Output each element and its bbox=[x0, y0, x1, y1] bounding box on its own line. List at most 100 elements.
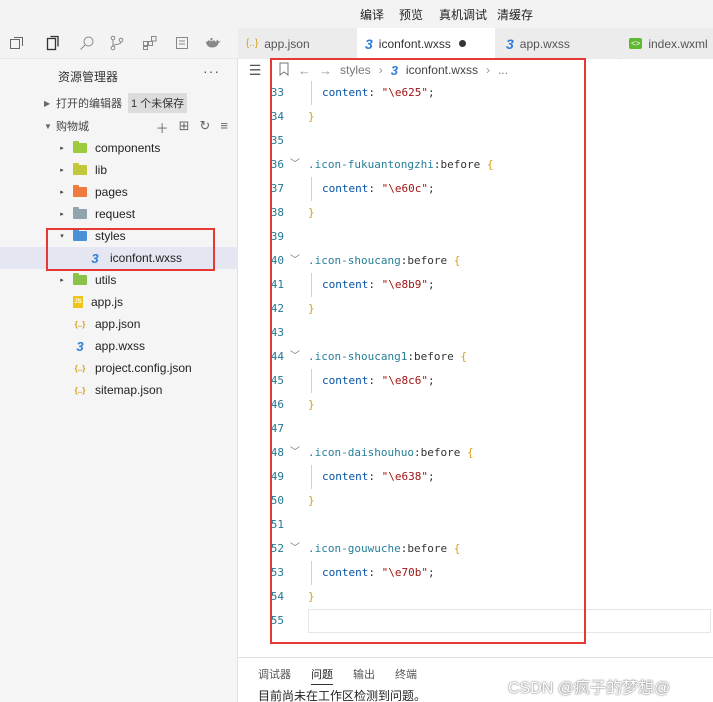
line-number: 38 bbox=[270, 206, 284, 219]
breadcrumb-folder[interactable]: styles bbox=[340, 63, 371, 77]
tree-item[interactable]: ▸ lib bbox=[0, 159, 238, 181]
fold-chevron-icon[interactable]: ﹀ bbox=[290, 441, 300, 465]
tree-item[interactable]: 3 iconfont.wxss bbox=[0, 247, 238, 269]
close-brace: } bbox=[308, 302, 315, 315]
tree-item[interactable]: {..} project.config.json bbox=[0, 357, 238, 379]
line-number: 36 bbox=[270, 158, 284, 171]
tab-output[interactable]: 输出 bbox=[353, 666, 375, 682]
outline-icon[interactable]: ☰ bbox=[238, 59, 272, 81]
project-label: 购物城 bbox=[56, 121, 89, 133]
tree-item[interactable]: ▸ components bbox=[0, 137, 238, 159]
tree-item[interactable]: ▸ pages bbox=[0, 181, 238, 203]
code-editor[interactable]: ☰ ← → styles › 3 iconfont.wxss › ... 33 c… bbox=[238, 59, 713, 657]
line-number: 48 bbox=[270, 446, 284, 459]
tab-index-wxml[interactable]: <> index.wxml bbox=[621, 28, 713, 59]
code-line[interactable]: 42} bbox=[238, 297, 713, 321]
fold-chevron-icon[interactable]: ﹀ bbox=[290, 345, 300, 369]
code-line[interactable]: 49 content: "\e638"; bbox=[238, 465, 713, 489]
extensions-icon[interactable] bbox=[141, 34, 159, 52]
json-file-icon: {..} bbox=[74, 319, 86, 329]
code-line[interactable]: 46} bbox=[238, 393, 713, 417]
code-line[interactable]: 50} bbox=[238, 489, 713, 513]
fold-chevron-icon[interactable]: ﹀ bbox=[290, 153, 300, 177]
tab-terminal[interactable]: 终端 bbox=[395, 666, 417, 682]
tab-debugger[interactable]: 调试器 bbox=[258, 666, 291, 682]
fold-chevron-icon[interactable]: ﹀ bbox=[290, 249, 300, 273]
code-line[interactable]: 54} bbox=[238, 585, 713, 609]
code-line[interactable]: 40 ﹀ .icon-shoucang:before { bbox=[238, 249, 713, 273]
tab-problems[interactable]: 问题 bbox=[311, 666, 333, 685]
tab-iconfont-wxss[interactable]: 3 iconfont.wxss bbox=[357, 28, 495, 59]
tab-label: index.wxml bbox=[648, 36, 708, 51]
breadcrumb-file[interactable]: iconfont.wxss bbox=[406, 63, 478, 77]
colon: : bbox=[368, 470, 382, 483]
more-actions-icon[interactable]: ··· bbox=[203, 63, 220, 79]
code-line[interactable]: 51 bbox=[238, 513, 713, 537]
new-file-icon[interactable]: ＋ bbox=[156, 118, 169, 137]
css-selector: .icon-gouwuche:before { bbox=[308, 537, 460, 561]
selector-name: .icon-fukuantongzhi bbox=[308, 158, 434, 171]
tree-item[interactable]: {..} app.json bbox=[0, 313, 238, 335]
code-line[interactable]: 47 bbox=[238, 417, 713, 441]
css-declaration: content: "\e625"; bbox=[322, 81, 435, 105]
code-line[interactable]: 55 bbox=[238, 609, 713, 633]
tab-app-json[interactable]: {..} app.json bbox=[238, 28, 356, 59]
preview-menu[interactable]: 预览 bbox=[399, 6, 423, 23]
tree-item[interactable]: ▸ request bbox=[0, 203, 238, 225]
code-line[interactable]: 37 content: "\e60c"; bbox=[238, 177, 713, 201]
tree-item-label: request bbox=[95, 207, 136, 221]
code-line[interactable]: 43 bbox=[238, 321, 713, 345]
code-line[interactable]: 53 content: "\e70b"; bbox=[238, 561, 713, 585]
tree-item[interactable]: JS app.js bbox=[0, 291, 238, 313]
semicolon: ; bbox=[427, 566, 435, 579]
code-line[interactable]: 48 ﹀ .icon-daishouhuo:before { bbox=[238, 441, 713, 465]
unsaved-dot-icon[interactable] bbox=[458, 40, 466, 47]
breadcrumb: ← → styles › 3 iconfont.wxss › ... bbox=[278, 59, 508, 81]
new-folder-icon[interactable]: ⊞ bbox=[179, 118, 190, 137]
breadcrumb-tail[interactable]: ... bbox=[498, 63, 508, 77]
code-line[interactable]: 52 ﹀ .icon-gouwuche:before { bbox=[238, 537, 713, 561]
debug-icon[interactable] bbox=[173, 34, 191, 52]
top-menu-bar: 编译 预览 真机调试 清缓存 bbox=[0, 0, 713, 28]
wxss-file-icon: 3 bbox=[365, 35, 373, 52]
tree-item[interactable]: 3 app.wxss bbox=[0, 335, 238, 357]
chevron-down-icon: ▾ bbox=[60, 233, 64, 240]
line-number: 43 bbox=[270, 326, 284, 339]
chevron-right-icon: ▸ bbox=[60, 167, 64, 174]
device-debug-menu[interactable]: 真机调试 bbox=[439, 6, 487, 23]
back-arrow-icon[interactable]: ← bbox=[298, 63, 311, 78]
collapse-all-icon[interactable]: ≡ bbox=[220, 118, 228, 137]
code-line[interactable]: 38} bbox=[238, 201, 713, 225]
explorer-toolbar: ＋ ⊞ ↻ ≡ bbox=[156, 118, 228, 137]
tab-app-wxss[interactable]: 3 app.wxss bbox=[498, 28, 618, 59]
folder-icon bbox=[73, 273, 87, 286]
docker-icon[interactable] bbox=[204, 34, 222, 52]
tree-item[interactable]: {..} sitemap.json bbox=[0, 379, 238, 401]
project-section[interactable]: ▼ 购物城 ＋ ⊞ ↻ ≡ bbox=[0, 115, 238, 137]
code-line[interactable]: 45 content: "\e8c6"; bbox=[238, 369, 713, 393]
code-line[interactable]: 33 content: "\e625"; bbox=[238, 81, 713, 105]
code-line[interactable]: 44 ﹀ .icon-shoucang1:before { bbox=[238, 345, 713, 369]
fold-chevron-icon[interactable]: ﹀ bbox=[290, 537, 300, 561]
tree-item[interactable]: ▸ utils bbox=[0, 269, 238, 291]
bookmark-icon[interactable] bbox=[278, 62, 290, 79]
refresh-icon[interactable]: ↻ bbox=[200, 118, 211, 137]
source-control-icon[interactable] bbox=[108, 34, 126, 52]
code-line[interactable]: 35 bbox=[238, 129, 713, 153]
files-icon[interactable] bbox=[44, 34, 62, 52]
tree-item[interactable]: ▾ styles bbox=[0, 225, 238, 247]
code-line[interactable]: 34} bbox=[238, 105, 713, 129]
code-line[interactable]: 36 ﹀ .icon-fukuantongzhi:before { bbox=[238, 153, 713, 177]
folder-icon bbox=[73, 207, 87, 220]
code-line[interactable]: 39 bbox=[238, 225, 713, 249]
search-icon[interactable] bbox=[78, 34, 96, 52]
code-line[interactable]: 41 content: "\e8b9"; bbox=[238, 273, 713, 297]
forward-arrow-icon[interactable]: → bbox=[319, 63, 332, 78]
property-value: "\e70b" bbox=[381, 566, 428, 579]
pseudo-element: :before bbox=[407, 350, 454, 363]
compile-menu[interactable]: 编译 bbox=[360, 6, 384, 23]
clear-cache-menu[interactable]: 清缓存 bbox=[497, 6, 533, 23]
open-editors-section[interactable]: ▶ 打开的编辑器 1 个未保存 bbox=[0, 92, 238, 114]
window-icon[interactable] bbox=[8, 34, 26, 52]
folder-shape bbox=[73, 163, 87, 175]
